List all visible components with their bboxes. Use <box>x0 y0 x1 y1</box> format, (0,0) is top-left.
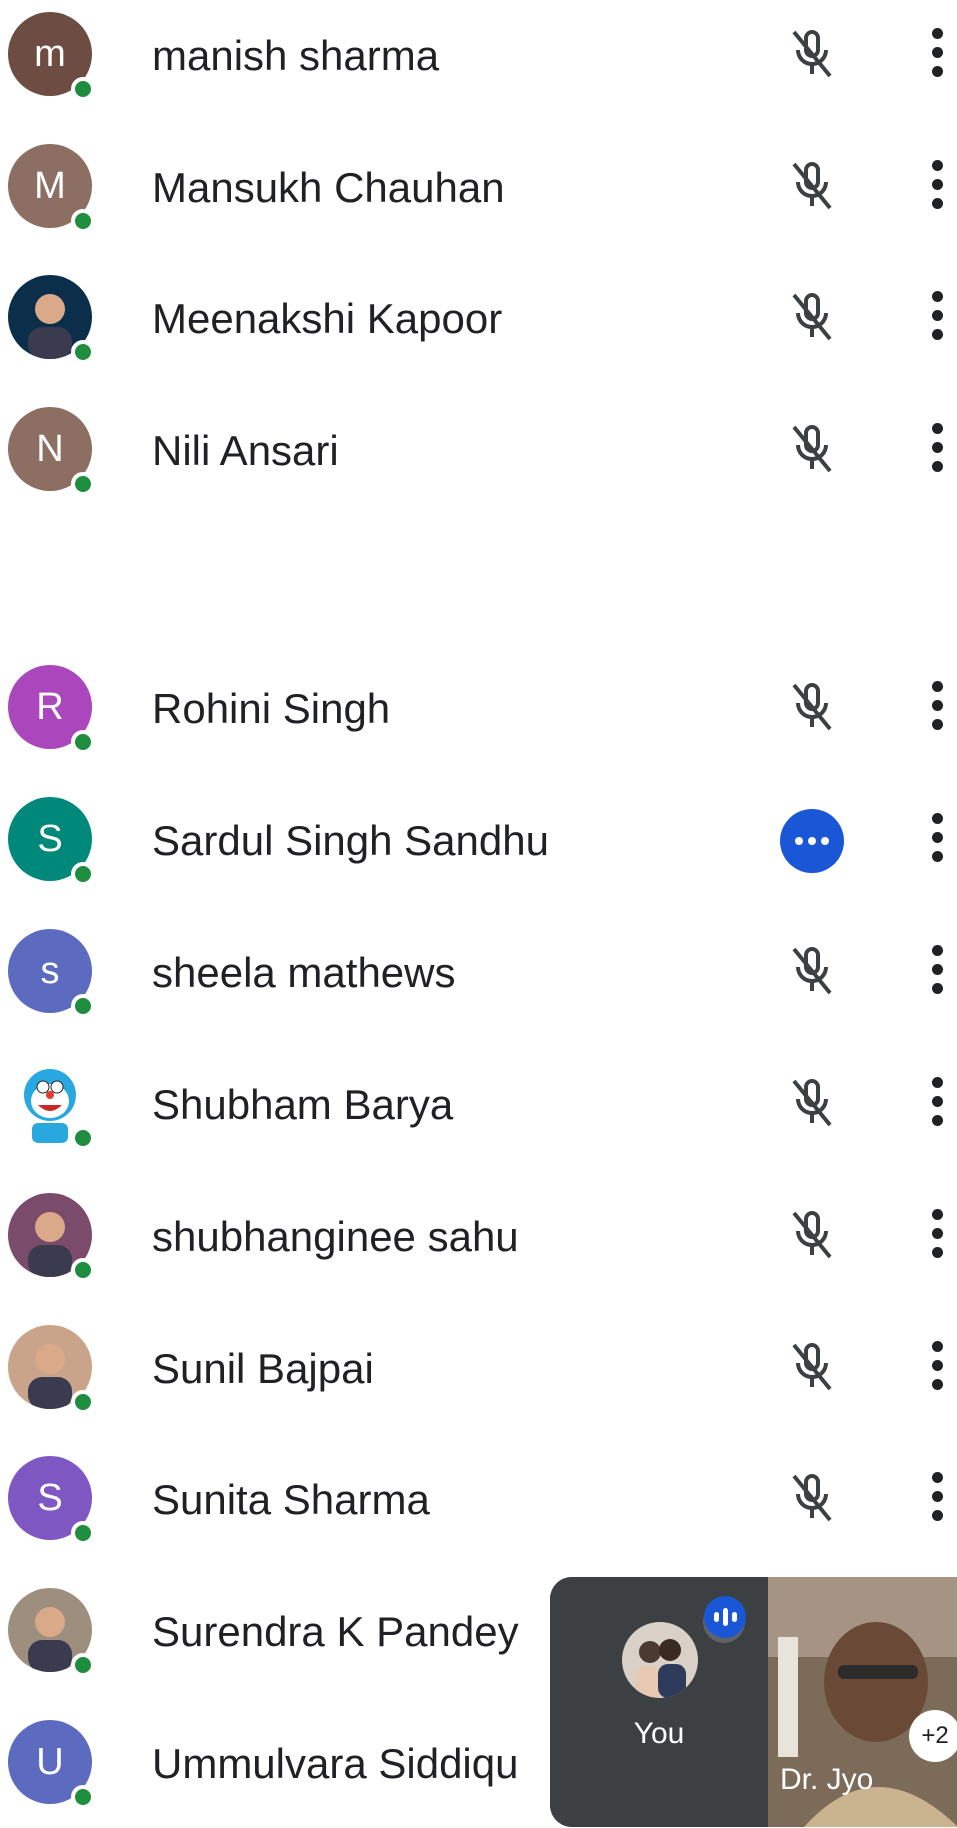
participant-row[interactable]: N Nili Ansari <box>0 395 957 515</box>
more-vert-icon[interactable] <box>926 1341 948 1397</box>
online-status-dot <box>71 77 95 101</box>
participant-row[interactable]: R Rohini Singh <box>0 653 957 773</box>
mic-off-icon <box>782 1468 842 1528</box>
online-status-dot <box>71 994 95 1018</box>
online-status-dot <box>71 1390 95 1414</box>
participant-row[interactable]: S Sunita Sharma <box>0 1444 957 1564</box>
mic-off-icon <box>782 24 842 84</box>
participant-name: shubhanginee sahu <box>152 1213 519 1260</box>
more-horiz-icon[interactable] <box>780 809 844 873</box>
speaking-indicator-icon <box>704 1596 746 1638</box>
remote-speaker-tile[interactable]: Dr. Jyo <box>768 1577 957 1827</box>
participant-name: Mansukh Chauhan <box>152 164 505 211</box>
participant-row[interactable]: Meenakshi Kapoor <box>0 263 957 383</box>
participant-row[interactable]: shubhanginee sahu <box>0 1181 957 1301</box>
more-vert-icon[interactable] <box>926 1077 948 1133</box>
participant-row[interactable]: M Mansukh Chauhan <box>0 132 957 252</box>
participant-name: Surendra K Pandey <box>152 1608 519 1655</box>
participant-name: Sunita Sharma <box>152 1476 430 1523</box>
mic-off-icon <box>782 1337 842 1397</box>
participant-name: manish sharma <box>152 32 440 79</box>
more-vert-icon[interactable] <box>926 945 948 1001</box>
more-vert-icon[interactable] <box>926 1472 948 1528</box>
online-status-dot <box>71 1653 95 1677</box>
online-status-dot <box>71 1126 95 1150</box>
self-label: You <box>633 1717 685 1750</box>
mic-off-icon <box>782 419 842 479</box>
participant-name: Nili Ansari <box>152 427 339 474</box>
participant-name: Sardul Singh Sandhu <box>152 817 549 864</box>
mic-off-icon <box>782 287 842 347</box>
participant-name: Meenakshi Kapoor <box>152 295 503 342</box>
online-status-dot <box>71 472 95 496</box>
online-status-dot <box>71 209 95 233</box>
participant-row[interactable]: Shubham Barya <box>0 1049 957 1169</box>
more-vert-icon[interactable] <box>926 28 948 84</box>
online-status-dot <box>71 1521 95 1545</box>
participant-name: sheela mathews <box>152 949 456 996</box>
more-vert-icon[interactable] <box>926 813 948 869</box>
participant-name: Sunil Bajpai <box>152 1345 374 1392</box>
mic-off-icon <box>782 1073 842 1133</box>
online-status-dot <box>71 862 95 886</box>
mic-off-icon <box>782 1205 842 1265</box>
online-status-dot <box>71 1258 95 1282</box>
online-status-dot <box>71 340 95 364</box>
extra-participants-badge[interactable]: +2 <box>909 1710 957 1762</box>
more-vert-icon[interactable] <box>926 1209 948 1265</box>
self-avatar <box>622 1622 698 1698</box>
mic-off-icon <box>782 156 842 216</box>
more-vert-icon[interactable] <box>926 291 948 347</box>
participant-name: Rohini Singh <box>152 685 391 732</box>
participant-name: Shubham Barya <box>152 1081 454 1128</box>
participant-name: Ummulvara Siddiqu <box>152 1740 519 1787</box>
mic-off-icon <box>782 941 842 1001</box>
remote-speaker-name: Dr. Jyo <box>780 1763 874 1796</box>
online-status-dot <box>71 1785 95 1809</box>
more-vert-icon[interactable] <box>926 160 948 216</box>
more-vert-icon[interactable] <box>926 423 948 479</box>
mic-off-icon <box>782 677 842 737</box>
picture-in-picture-tiles[interactable]: You Dr. Jyo <box>550 1577 957 1827</box>
participant-row[interactable]: S Sardul Singh Sandhu <box>0 785 957 905</box>
participant-row[interactable]: m manish sharma <box>0 0 957 120</box>
online-status-dot <box>71 730 95 754</box>
participant-row[interactable]: s sheela mathews <box>0 917 957 1037</box>
participant-row[interactable]: Sunil Bajpai <box>0 1313 957 1433</box>
more-vert-icon[interactable] <box>926 681 948 737</box>
